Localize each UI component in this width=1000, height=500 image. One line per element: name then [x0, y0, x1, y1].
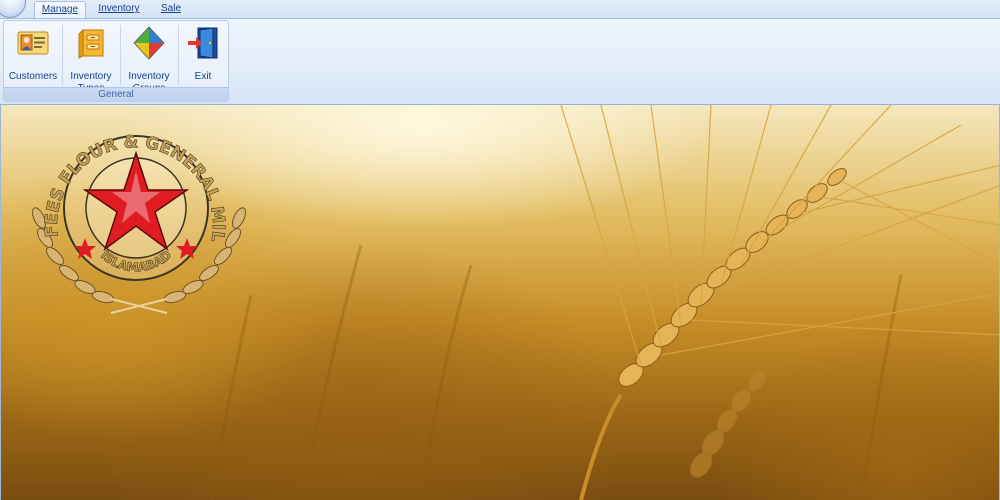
ribbon-group-label: General [4, 87, 228, 101]
tab-inventory-label: Inventory [98, 3, 140, 14]
ribbon-panel: Customers Inventory Types Inv [0, 18, 1000, 105]
customers-button-label: Customers [8, 71, 58, 82]
tab-inventory[interactable]: Inventory [92, 1, 146, 18]
ribbon-separator [178, 25, 179, 85]
customers-button[interactable]: Customers [6, 23, 60, 89]
exit-door-icon [188, 27, 218, 59]
ribbon-group-general: Customers Inventory Types Inv [3, 20, 229, 102]
tab-sale-label: Sale [160, 3, 181, 14]
exit-button[interactable]: Exit [180, 23, 226, 89]
inventory-box-icon [78, 28, 104, 59]
exit-button-label: Exit [194, 71, 212, 82]
company-logo: NAFEES FLOUR & GENERAL MILLS ISLAMABAD [11, 113, 246, 314]
ribbon-separator [62, 25, 63, 85]
ribbon-separator [120, 25, 121, 85]
tab-sale[interactable]: Sale [152, 1, 190, 18]
main-background-image: NAFEES FLOUR & GENERAL MILLS ISLAMABAD [0, 105, 1000, 500]
ribbon-tab-strip: Manage Inventory Sale [0, 0, 1000, 18]
tab-manage-label: Manage [41, 4, 79, 15]
inventory-groups-button[interactable]: Inventory Groups [122, 23, 176, 94]
colored-diamond-icon [133, 26, 165, 60]
tab-manage[interactable]: Manage [34, 1, 86, 18]
inventory-types-button[interactable]: Inventory Types [64, 23, 118, 94]
application-menu-button[interactable] [0, 0, 26, 18]
customer-card-icon [17, 31, 49, 55]
